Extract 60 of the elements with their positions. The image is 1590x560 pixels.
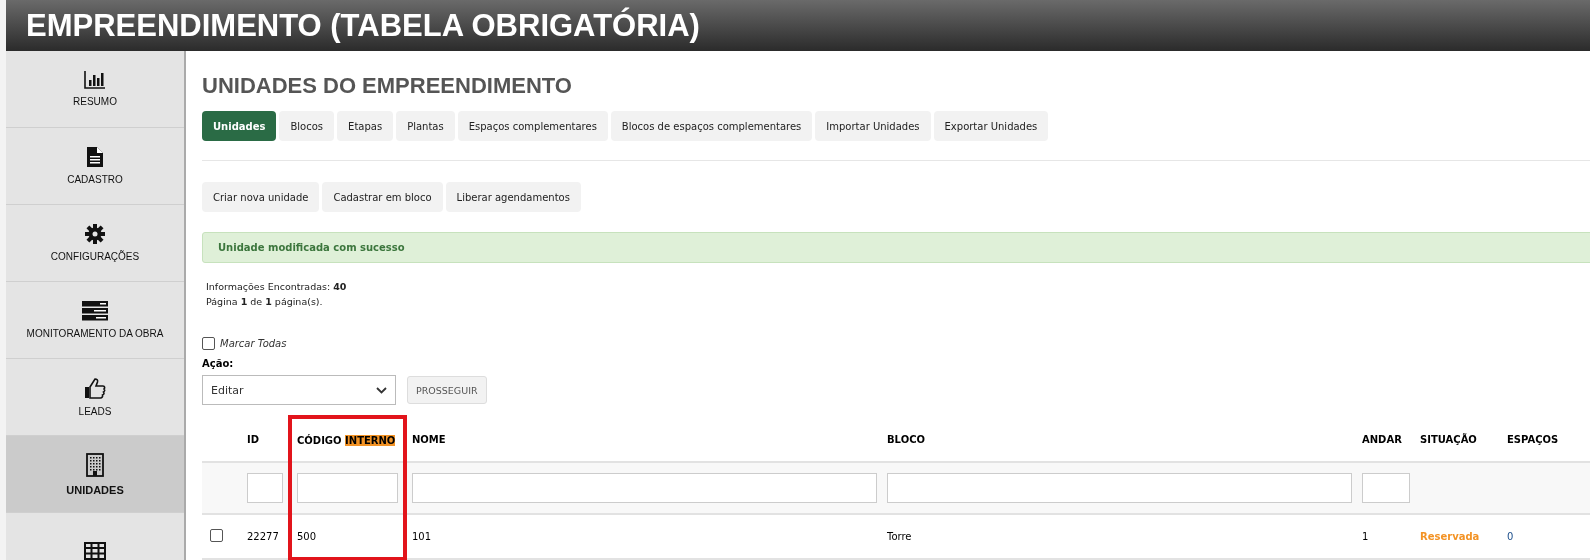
column-header: ANDAR bbox=[1362, 433, 1402, 445]
action-button[interactable]: Criar nova unidade bbox=[202, 182, 320, 212]
building-icon bbox=[86, 452, 104, 477]
tab[interactable]: Importar Unidades bbox=[815, 111, 931, 141]
row-checkbox[interactable] bbox=[210, 529, 223, 542]
filter-field[interactable] bbox=[887, 473, 1352, 503]
proceed-button[interactable]: PROSSEGUIR bbox=[407, 376, 487, 404]
column-header: ESPAÇOS bbox=[1507, 433, 1559, 445]
results-info-text: Página 1 de 1 página(s). bbox=[206, 295, 324, 309]
tab[interactable]: Unidades bbox=[202, 111, 277, 141]
action-button[interactable]: Cadastrar em bloco bbox=[322, 182, 443, 212]
chevron-down-icon bbox=[376, 386, 387, 394]
sidebar-item[interactable]: CONFIGURAÇÕES bbox=[6, 205, 184, 282]
table-cell: 0 bbox=[1507, 531, 1514, 542]
sidebar-item[interactable]: MONITORAMENTO DA OBRA bbox=[6, 282, 184, 359]
thumbs-up-icon bbox=[84, 377, 106, 399]
sidebar-item[interactable]: UNIDADES bbox=[6, 436, 184, 513]
sidebar-item-label: CADASTRO bbox=[67, 174, 123, 185]
action-label: Ação: bbox=[202, 358, 235, 369]
select-all-label: Marcar Todas bbox=[220, 338, 287, 349]
bar-chart-icon bbox=[84, 71, 106, 89]
sidebar-item-label: UNIDADES bbox=[66, 483, 124, 496]
table-cell: 101 bbox=[412, 531, 432, 542]
results-info-text: Informações Encontradas: 40 bbox=[206, 280, 348, 294]
column-header: ID bbox=[247, 433, 260, 445]
table-cell: 1 bbox=[1362, 531, 1369, 542]
server-stack-icon bbox=[82, 301, 108, 321]
sidebar-item[interactable]: RESUMO bbox=[6, 51, 184, 128]
filter-field[interactable] bbox=[1362, 473, 1410, 503]
table-icon bbox=[84, 542, 106, 560]
sidebar-item-label: RESUMO bbox=[73, 96, 117, 107]
filter-field[interactable] bbox=[297, 473, 398, 503]
tab[interactable]: Plantas bbox=[396, 111, 455, 141]
status-text: Reservada bbox=[1420, 531, 1480, 542]
settings-icon bbox=[85, 224, 105, 244]
sidebar-item[interactable]: CADASTRO bbox=[6, 128, 184, 205]
table-cell: 500 bbox=[297, 530, 317, 542]
table-cell: 22277 bbox=[247, 531, 279, 542]
sidebar-item-label: CONFIGURAÇÕES bbox=[50, 251, 140, 262]
select-all-checkbox[interactable] bbox=[202, 337, 215, 350]
tab[interactable]: Espaços complementares bbox=[457, 111, 608, 141]
tab[interactable]: Etapas bbox=[337, 111, 394, 141]
action-button[interactable]: Liberar agendamentos bbox=[445, 182, 581, 212]
page-header-title: EMPREENDIMENTO (TABELA OBRIGATÓRIA) bbox=[26, 7, 700, 44]
filter-field[interactable] bbox=[247, 473, 283, 503]
tab[interactable]: Exportar Unidades bbox=[933, 111, 1049, 141]
sidebar-item-label: LEADS bbox=[78, 406, 112, 417]
section-title: UNIDADES DO EMPREENDIMENTO bbox=[202, 73, 573, 99]
document-icon bbox=[87, 147, 103, 167]
filter-field[interactable] bbox=[412, 473, 877, 503]
column-header: SITUAÇÃO bbox=[1420, 433, 1477, 445]
success-alert: Unidade modificada com sucesso bbox=[202, 232, 1590, 263]
column-header: NOME bbox=[412, 433, 446, 445]
table-cell: Torre bbox=[887, 531, 912, 542]
action-dropdown[interactable]: Editar bbox=[202, 375, 396, 405]
tab[interactable]: Blocos bbox=[279, 111, 335, 141]
sidebar-item-label: MONITORAMENTO DA OBRA bbox=[26, 328, 164, 339]
tab[interactable]: Blocos de espaços complementares bbox=[610, 111, 813, 141]
column-header: BLOCO bbox=[887, 433, 925, 445]
column-header: CÓDIGO INTERNO bbox=[297, 434, 396, 446]
